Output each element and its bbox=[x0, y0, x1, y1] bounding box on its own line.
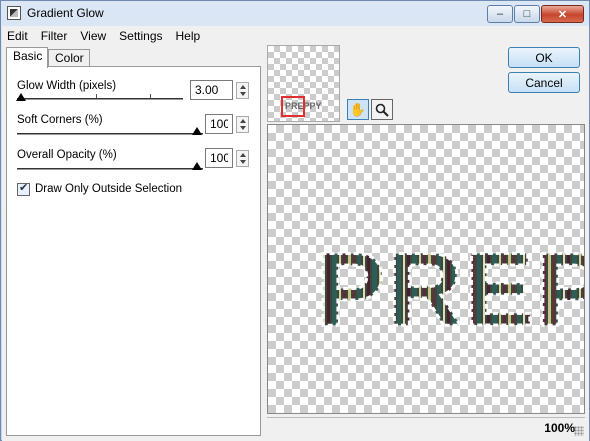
ok-button[interactable]: OK bbox=[508, 47, 580, 68]
draw-outside-checkbox[interactable] bbox=[17, 181, 30, 196]
resize-grip[interactable] bbox=[574, 426, 584, 436]
app-icon bbox=[7, 6, 21, 20]
navigator-view-rectangle[interactable] bbox=[281, 96, 305, 117]
status-bar: 100% bbox=[267, 417, 585, 437]
magnifier-icon bbox=[375, 103, 389, 117]
soft-corners-label: Soft Corners (%) bbox=[17, 114, 103, 126]
cancel-button[interactable]: Cancel bbox=[508, 72, 580, 93]
close-button[interactable]: ✕ bbox=[541, 5, 584, 23]
glow-width-slider-track[interactable] bbox=[17, 98, 183, 100]
window-title: Gradient Glow bbox=[27, 6, 104, 20]
titlebar: Gradient Glow – □ ✕ bbox=[1, 1, 589, 25]
dialog-client: Basic Color Glow Width (pixels) Soft Cor… bbox=[2, 45, 589, 441]
soft-corners-slider-track[interactable] bbox=[17, 133, 203, 135]
soft-corners-slider-thumb[interactable] bbox=[192, 127, 202, 135]
soft-corners-input[interactable] bbox=[205, 114, 233, 134]
overall-opacity-input[interactable] bbox=[205, 148, 233, 168]
basic-panel: Glow Width (pixels) Soft Corners (%) Ove… bbox=[6, 66, 261, 436]
overall-opacity-slider-thumb[interactable] bbox=[192, 162, 202, 170]
minimize-button[interactable]: – bbox=[487, 5, 513, 23]
hand-icon: ✋ bbox=[349, 101, 367, 117]
overall-opacity-slider-track[interactable] bbox=[17, 168, 203, 170]
menu-help[interactable]: Help bbox=[176, 29, 201, 43]
menu-bar: Edit Filter View Settings Help bbox=[2, 26, 589, 45]
glow-width-slider-tick bbox=[96, 94, 97, 98]
pan-tool-button[interactable]: ✋ bbox=[347, 99, 369, 120]
preview-text: PREP bbox=[316, 232, 585, 348]
maximize-button[interactable]: □ bbox=[514, 5, 540, 23]
close-icon: ✕ bbox=[557, 8, 568, 21]
menu-view[interactable]: View bbox=[80, 29, 106, 43]
zoom-level: 100% bbox=[544, 421, 575, 435]
overall-opacity-spinner[interactable] bbox=[236, 150, 249, 167]
glow-width-input[interactable] bbox=[190, 80, 233, 100]
preview-canvas[interactable]: PREP bbox=[267, 124, 585, 414]
glow-width-spinner[interactable] bbox=[236, 82, 249, 99]
preview-image: PREP bbox=[315, 231, 585, 350]
navigator-thumbnail[interactable]: PREPPY bbox=[267, 45, 340, 122]
maximize-icon: □ bbox=[523, 8, 531, 20]
menu-settings[interactable]: Settings bbox=[119, 29, 162, 43]
minimize-icon: – bbox=[496, 8, 504, 20]
glow-width-slider-tick bbox=[150, 94, 151, 98]
tab-color[interactable]: Color bbox=[48, 49, 90, 67]
tab-basic[interactable]: Basic bbox=[6, 47, 48, 68]
menu-edit[interactable]: Edit bbox=[7, 29, 28, 43]
draw-outside-label: Draw Only Outside Selection bbox=[35, 183, 183, 195]
gradient-glow-window: Gradient Glow – □ ✕ Edit Filter View Set… bbox=[0, 0, 590, 441]
soft-corners-spinner[interactable] bbox=[236, 116, 249, 133]
overall-opacity-label: Overall Opacity (%) bbox=[17, 149, 117, 161]
zoom-tool-button[interactable] bbox=[371, 99, 393, 120]
glow-width-label: Glow Width (pixels) bbox=[17, 80, 117, 92]
menu-filter[interactable]: Filter bbox=[41, 29, 68, 43]
glow-width-slider-thumb[interactable] bbox=[16, 93, 26, 101]
